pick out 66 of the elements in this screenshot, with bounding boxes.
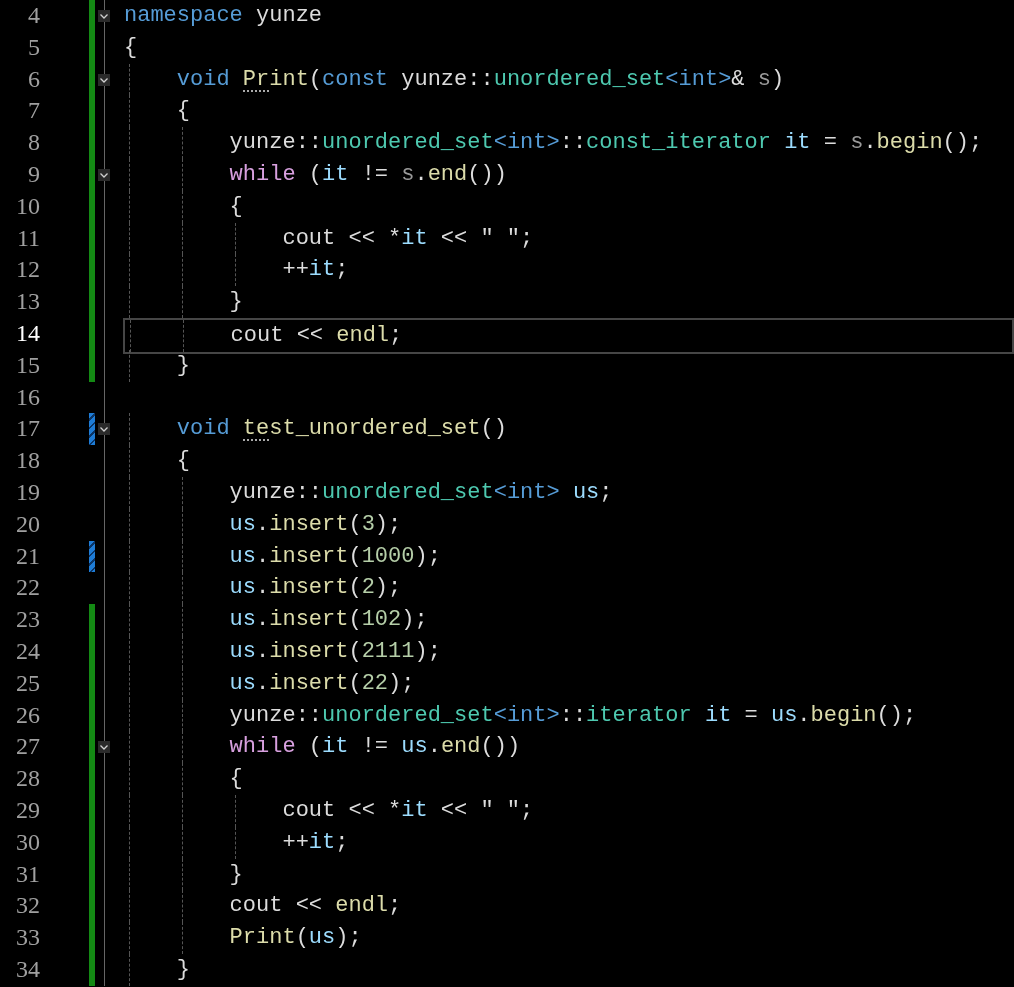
line-number: 30: [15, 827, 40, 857]
line-number: 25: [15, 668, 40, 698]
line-number: 8: [27, 128, 40, 158]
collapse-icon[interactable]: [98, 10, 110, 22]
code-line: }: [228, 289, 243, 315]
line-number: 28: [15, 764, 40, 794]
code-line: yunze::unordered_set<int>::iterator it = us.begin();: [228, 702, 917, 728]
code-line: yunze::unordered_set<int>::const_iterator it = s.begin();: [228, 130, 983, 156]
code-line: us.insert(2);: [228, 575, 402, 601]
line-number: 19: [15, 477, 40, 507]
code-line: cout << *it << " ";: [281, 797, 534, 823]
line-number: 29: [15, 795, 40, 825]
line-number: 26: [15, 700, 40, 730]
code-line: us.insert(22);: [228, 670, 415, 696]
line-number: 33: [15, 923, 40, 953]
code-line: {: [124, 34, 138, 60]
line-number: 18: [15, 446, 40, 476]
code-line: ++it;: [281, 257, 349, 283]
code-line: ++it;: [281, 829, 349, 855]
line-number: 9: [27, 160, 40, 189]
line-number: 20: [15, 509, 40, 539]
code-line: while (it != us.end()): [228, 734, 521, 760]
code-line: {: [175, 98, 190, 124]
code-line: }: [228, 861, 243, 887]
code-line: {: [228, 193, 243, 219]
collapse-icon[interactable]: [98, 169, 110, 181]
line-number: 13: [15, 287, 40, 317]
line-number: 24: [15, 636, 40, 666]
line-number: 16: [15, 382, 40, 412]
line-number: 17: [15, 414, 40, 444]
line-number: 34: [15, 954, 40, 984]
code-line: cout << endl;: [229, 322, 403, 348]
line-number: 22: [15, 573, 40, 603]
line-number: 4: [27, 1, 40, 30]
code-line: yunze::unordered_set<int> us;: [228, 479, 613, 505]
code-line: us.insert(3);: [228, 511, 402, 537]
line-number: 21: [15, 541, 40, 571]
line-number: 31: [15, 859, 40, 889]
code-line: us.insert(1000);: [228, 543, 441, 569]
line-number: 32: [15, 891, 40, 921]
code-line: {: [175, 448, 190, 474]
code-line: {: [228, 766, 243, 792]
code-line: namespace yunze: [124, 3, 323, 28]
code-line: while (it != s.end()): [228, 162, 507, 187]
line-number: 6: [27, 64, 40, 94]
collapse-icon[interactable]: [98, 423, 110, 436]
code-line: }: [175, 956, 190, 982]
collapse-icon[interactable]: [98, 73, 110, 86]
line-number: 10: [15, 191, 40, 221]
line-number: 11: [15, 223, 40, 253]
code-line: cout << *it << " ";: [281, 225, 534, 251]
line-number: 23: [15, 605, 40, 635]
line-number: 12: [15, 255, 40, 285]
code-line: void test_unordered_set(): [175, 416, 507, 442]
code-line: Print(us);: [228, 925, 362, 951]
line-number: 27: [15, 732, 40, 762]
collapse-icon[interactable]: [98, 741, 110, 754]
code-line: }: [175, 352, 190, 378]
line-number: 15: [15, 350, 40, 380]
code-line: us.insert(2111);: [228, 638, 441, 664]
code-line: us.insert(102);: [228, 607, 428, 633]
code-line: void Print(const yunze::unordered_set<int>& s): [175, 66, 785, 92]
line-number: 14: [15, 318, 40, 348]
line-number: 7: [27, 96, 40, 126]
line-number: 5: [27, 32, 40, 62]
code-line: cout << endl;: [228, 893, 402, 919]
